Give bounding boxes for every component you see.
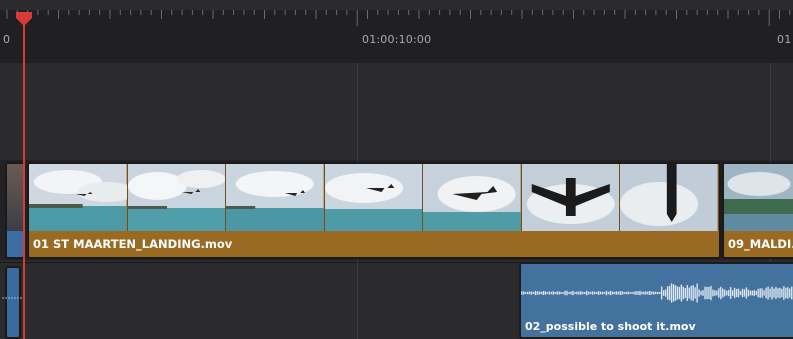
video-clip-st-maarten-landing[interactable]: 01 ST MAARTEN_LANDING.mov — [27, 162, 721, 259]
clip-thumbnail — [620, 164, 719, 231]
playhead-handle[interactable] — [15, 12, 33, 26]
timecode-label-left: 0 — [3, 33, 11, 46]
timeline-editor: 0 01:00:10:00 01 01 ST MAARTEN_LANDING.m… — [0, 0, 793, 339]
clip-thumbnail — [521, 164, 621, 231]
timecode-label-right: 01 — [777, 33, 792, 46]
clip-thumbnail-strip — [724, 164, 793, 231]
clip-thumbnail-strip — [29, 164, 719, 231]
video-clip-previous[interactable] — [5, 162, 25, 259]
audio-waveform-thin — [2, 297, 22, 299]
playhead-line[interactable] — [23, 22, 25, 339]
empty-video-track[interactable] — [0, 63, 793, 160]
clip-thumbnail — [226, 164, 325, 231]
clip-name: 01 ST MAARTEN_LANDING.mov — [33, 237, 233, 251]
clip-thumbnail — [29, 164, 128, 231]
timecode-label-mid: 01:00:10:00 — [362, 33, 432, 46]
clip-thumbnail — [324, 164, 424, 231]
video-clip-maldives[interactable]: 09_MALDI... — [722, 162, 793, 259]
timecode-ruler[interactable]: 0 01:00:10:00 01 — [0, 10, 793, 64]
audio-clip-possible-to-shoot[interactable]: 02_possible to shoot it.mov — [519, 262, 793, 339]
clip-thumbnail — [423, 164, 522, 231]
clip-thumbnail — [127, 164, 227, 231]
clip-name: 09_MALDI... — [728, 237, 793, 251]
audio-waveform — [521, 283, 793, 303]
ruler-ticks — [6, 10, 791, 26]
clip-thumbnail — [724, 164, 793, 231]
clip-thumbnail — [7, 164, 23, 231]
clip-name: 02_possible to shoot it.mov — [525, 320, 696, 333]
